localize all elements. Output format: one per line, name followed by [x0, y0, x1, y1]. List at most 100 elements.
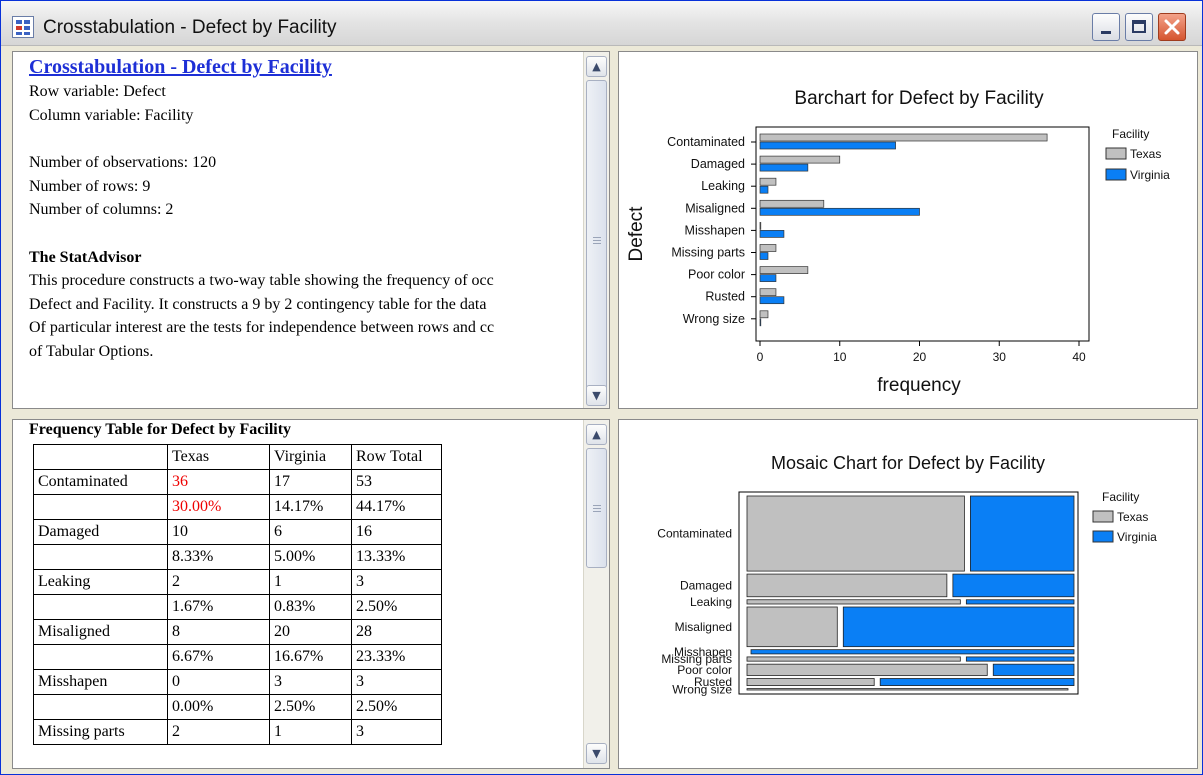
- mosaic-cell-texas: [746, 606, 838, 648]
- frequency-table: Texas Virginia Row Total Contaminated 36 17 53…: [33, 444, 442, 745]
- table-cell: [33, 494, 168, 520]
- table-cell: 6.67%: [167, 644, 270, 670]
- maximize-button[interactable]: [1125, 13, 1153, 41]
- mosaic-cell-virginia: [952, 573, 1075, 598]
- scroll-thumb[interactable]: [586, 80, 607, 402]
- legend-label-texas: Texas: [1130, 147, 1161, 161]
- table-cell: 0.00%: [167, 694, 270, 720]
- table-row: Misaligned 8 20 28: [33, 619, 442, 645]
- barchart-y-label: Defect: [626, 206, 647, 262]
- table-cell: 53: [351, 469, 442, 495]
- scroll-up-button[interactable]: ▲: [586, 424, 607, 445]
- category-label: Missing parts: [671, 246, 745, 260]
- mosaic-cell-texas: [746, 663, 988, 676]
- bar-texas: [759, 155, 841, 164]
- table-cell: [33, 694, 168, 720]
- table-header-cell: Texas: [167, 444, 270, 470]
- category-label: Contaminated: [667, 135, 745, 149]
- legend-label-texas: Texas: [1117, 510, 1148, 524]
- arrow-down-icon: ▼: [592, 747, 601, 760]
- table-row: 1.67% 0.83% 2.50%: [33, 594, 442, 620]
- mosaic-cell-virginia: [879, 678, 1075, 686]
- bar-texas: [759, 266, 809, 274]
- table-cell: 13.33%: [351, 544, 442, 570]
- table-cell: 44.17%: [351, 494, 442, 520]
- minimize-icon: [1101, 31, 1111, 34]
- table-cell: 2.50%: [351, 694, 442, 720]
- statadvisor-title: The StatAdvisor: [29, 248, 142, 266]
- table-cell: 20: [269, 619, 352, 645]
- legend-label-virginia: Virginia: [1130, 168, 1170, 182]
- bar-virginia: [759, 163, 809, 172]
- mosaic-category-label: Damaged: [680, 578, 732, 592]
- mosaic-pane: Mosaic Chart for Defect by Facility Cont…: [618, 419, 1198, 769]
- table-cell: 1: [269, 569, 352, 595]
- table-cell: [33, 644, 168, 670]
- report-heading-link[interactable]: Crosstabulation - Defect by Facility: [29, 54, 494, 80]
- table-cell: 30.00%: [167, 494, 270, 520]
- mosaic-cell-texas: [746, 495, 965, 572]
- category-label: Rusted: [705, 290, 745, 304]
- table-cell: [33, 544, 168, 570]
- minimize-button[interactable]: [1092, 13, 1120, 41]
- x-tick-label: 30: [993, 350, 1007, 364]
- columns-text: Number of columns: 2: [29, 201, 174, 218]
- crosstab-window: Crosstabulation - Defect by Facility Cro…: [0, 0, 1203, 775]
- advisor-line: of Tabular Options.: [29, 342, 154, 360]
- table-cell: 10: [167, 519, 270, 545]
- bar-texas: [759, 133, 1048, 142]
- observations-text: Number of observations: 120: [29, 154, 217, 171]
- category-label: Poor color: [688, 268, 745, 282]
- table-cell: 2.50%: [269, 694, 352, 720]
- table-cell: 8.33%: [167, 544, 270, 570]
- table-cell: 3: [351, 569, 442, 595]
- bar-virginia: [759, 207, 920, 216]
- table-scrollbar[interactable]: ▲ ▼: [583, 420, 609, 768]
- table-cell: 3: [269, 669, 352, 695]
- bar-texas: [759, 310, 769, 319]
- mosaic-category-label: Misaligned: [675, 620, 732, 634]
- bar-texas: [759, 288, 777, 297]
- table-cell: 5.00%: [269, 544, 352, 570]
- table-cell: 36: [167, 469, 270, 495]
- scroll-down-button[interactable]: ▼: [586, 743, 607, 764]
- mosaic-category-label: Leaking: [690, 595, 732, 609]
- table-cell: 16.67%: [269, 644, 352, 670]
- bar-virginia: [759, 185, 769, 194]
- legend-label-virginia: Virginia: [1117, 530, 1157, 544]
- title-bar[interactable]: Crosstabulation - Defect by Facility: [1, 1, 1202, 46]
- table-cell: 23.33%: [351, 644, 442, 670]
- table-header-cell: [33, 444, 168, 470]
- bar-virginia: [759, 296, 785, 305]
- advisor-line: This procedure constructs a two-way tabl…: [29, 272, 494, 289]
- summary-pane: Crosstabulation - Defect by Facility Row…: [12, 51, 610, 409]
- x-tick-label: 10: [833, 350, 847, 364]
- table-header-row: Texas Virginia Row Total: [33, 444, 442, 470]
- category-label: Wrong size: [683, 312, 745, 326]
- table-row: Missing parts 2 1 3: [33, 719, 442, 745]
- x-tick-label: 40: [1072, 350, 1086, 364]
- mosaic-category-label: Contaminated: [657, 527, 732, 541]
- mosaic-cell-texas: [746, 678, 875, 686]
- mosaic-cell-virginia: [965, 599, 1075, 605]
- table-cell: 0.83%: [269, 594, 352, 620]
- scroll-thumb[interactable]: [586, 448, 607, 568]
- scroll-up-button[interactable]: ▲: [586, 56, 607, 77]
- arrow-down-icon: ▼: [592, 389, 601, 402]
- bar-texas: [759, 222, 762, 230]
- table-cell: 3: [351, 719, 442, 745]
- frequency-table-pane: Frequency Table for Defect by Facility T…: [12, 419, 610, 769]
- x-tick-label: 20: [913, 350, 927, 364]
- mosaic-cell-texas: [746, 573, 948, 598]
- table-cell: Contaminated: [33, 469, 168, 495]
- scroll-down-button[interactable]: ▼: [586, 385, 607, 406]
- table-row: 0.00% 2.50% 2.50%: [33, 694, 442, 720]
- mosaic-cell-virginia: [965, 656, 1075, 662]
- mosaic-cell-texas: [746, 688, 1069, 691]
- close-button[interactable]: [1158, 13, 1186, 41]
- summary-scrollbar[interactable]: ▲ ▼: [583, 52, 609, 408]
- x-tick-label: 0: [757, 350, 764, 364]
- table-cell: Misshapen: [33, 669, 168, 695]
- bar-texas: [759, 199, 825, 208]
- bar-virginia: [759, 274, 777, 282]
